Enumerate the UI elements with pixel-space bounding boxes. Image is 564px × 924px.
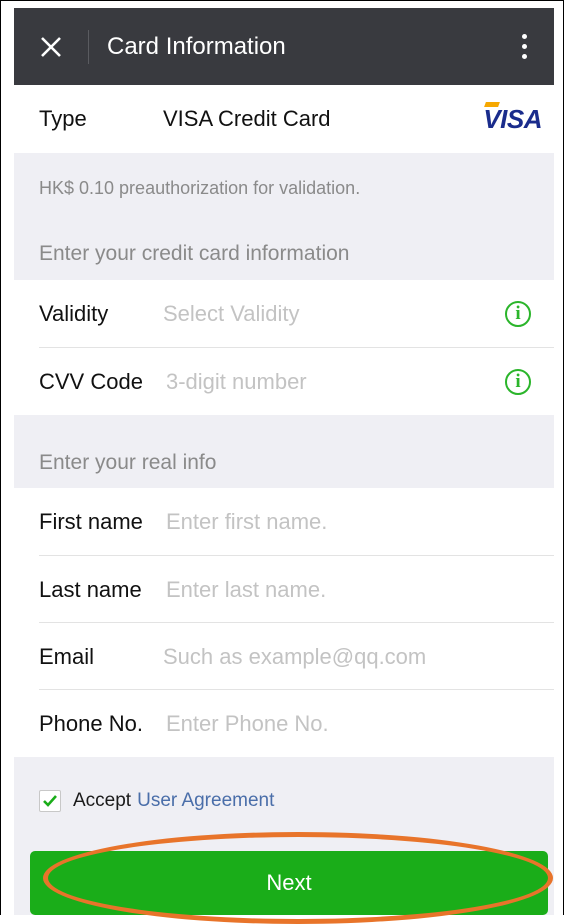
- email-label: Email: [39, 643, 95, 669]
- cvv-field[interactable]: CVV Code 3-digit number i: [14, 348, 554, 415]
- validity-label: Validity: [39, 301, 109, 326]
- app-screen: Card Information Type VISA Credit Card V…: [14, 8, 554, 915]
- close-button[interactable]: [14, 8, 88, 85]
- email-field[interactable]: Email Such as example@qq.com: [14, 623, 554, 690]
- first-name-field[interactable]: First name Enter first name.: [14, 488, 554, 556]
- more-button[interactable]: [504, 8, 544, 85]
- validity-input[interactable]: Select Validity: [163, 301, 300, 327]
- page-title: Card Information: [107, 32, 286, 60]
- user-agreement-link[interactable]: User Agreement: [137, 790, 274, 812]
- more-vertical-icon: [521, 34, 527, 39]
- cvv-input[interactable]: 3-digit number: [166, 369, 307, 395]
- info-icon[interactable]: i: [505, 368, 531, 395]
- agreement-checkbox[interactable]: [39, 790, 61, 812]
- first-name-input[interactable]: Enter first name.: [166, 509, 327, 535]
- agreement-row: Accept User Agreement: [39, 790, 274, 812]
- phone-input[interactable]: Enter Phone No.: [166, 711, 329, 737]
- info-icon[interactable]: i: [505, 301, 531, 327]
- title-bar: Card Information: [14, 8, 554, 85]
- preauth-note: HK$ 0.10 preauthorization for validation…: [39, 178, 361, 198]
- visa-logo: VISA: [483, 103, 542, 134]
- card-type-row: Type VISA Credit Card VISA: [14, 85, 554, 153]
- phone-label: Phone No.: [39, 710, 143, 736]
- email-input[interactable]: Such as example@qq.com: [163, 644, 426, 670]
- card-type-value: VISA Credit Card: [163, 106, 331, 131]
- cvv-label: CVV Code: [39, 368, 143, 394]
- last-name-input[interactable]: Enter last name.: [166, 577, 326, 603]
- card-type-label: Type: [39, 106, 87, 131]
- accept-label: Accept: [73, 790, 132, 811]
- card-section-header: Enter your credit card information: [39, 242, 350, 265]
- first-name-label: First name: [39, 509, 143, 534]
- check-icon: [43, 795, 57, 807]
- last-name-field[interactable]: Last name Enter last name.: [14, 556, 554, 623]
- phone-field[interactable]: Phone No. Enter Phone No.: [14, 690, 554, 757]
- header-divider: [88, 29, 89, 64]
- info-section-header: Enter your real info: [39, 451, 217, 474]
- close-icon: [41, 36, 61, 57]
- next-button[interactable]: Next: [30, 851, 548, 915]
- validity-field[interactable]: Validity Select Validity i: [14, 280, 554, 348]
- last-name-label: Last name: [39, 576, 142, 602]
